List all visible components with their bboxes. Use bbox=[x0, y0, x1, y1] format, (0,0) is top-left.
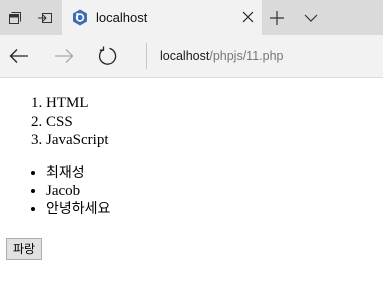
blue-button[interactable]: 파랑 bbox=[6, 238, 43, 260]
forward-button[interactable] bbox=[51, 43, 77, 69]
url-host: localhost bbox=[160, 49, 210, 63]
list-item: 안녕하세요 bbox=[46, 200, 110, 218]
back-arrow-icon bbox=[9, 49, 28, 63]
active-tab[interactable]: localhost bbox=[62, 0, 262, 35]
list-item: Jacob bbox=[46, 182, 110, 200]
refresh-button[interactable] bbox=[94, 43, 120, 69]
set-aside-tabs-icon bbox=[9, 11, 21, 24]
tabs-set-aside-button[interactable] bbox=[30, 0, 60, 35]
close-icon bbox=[242, 11, 254, 23]
back-button[interactable] bbox=[6, 43, 32, 69]
page-content: HTML CSS JavaScript 최재성 Jacob 안녕하세요 파랑 bbox=[0, 78, 383, 290]
list-item: JavaScript bbox=[46, 131, 108, 150]
new-tab-button[interactable] bbox=[266, 7, 288, 29]
tabs-aside-icon bbox=[38, 12, 52, 23]
plus-icon bbox=[270, 11, 284, 25]
navigation-bar: localhost/phpjs/11.php bbox=[0, 35, 383, 78]
tab-title: localhost bbox=[96, 10, 148, 25]
forward-arrow-icon bbox=[55, 49, 74, 63]
set-aside-tabs-button[interactable] bbox=[0, 0, 30, 35]
list-item: CSS bbox=[46, 113, 108, 132]
tab-list-button[interactable] bbox=[300, 7, 322, 29]
refresh-icon bbox=[98, 46, 117, 65]
tab-bar: localhost bbox=[0, 0, 383, 35]
ordered-list: HTML CSS JavaScript bbox=[0, 94, 108, 150]
chevron-down-icon bbox=[304, 14, 318, 22]
address-divider bbox=[146, 43, 147, 69]
unordered-list: 최재성 Jacob 안녕하세요 bbox=[0, 164, 110, 218]
favicon-icon bbox=[73, 9, 87, 26]
list-item: HTML bbox=[46, 94, 108, 113]
url-path: /phpjs/11.php bbox=[209, 49, 284, 63]
list-item: 최재성 bbox=[46, 164, 110, 182]
close-tab-button[interactable] bbox=[239, 8, 257, 26]
address-bar[interactable]: localhost/phpjs/11.php bbox=[160, 48, 283, 64]
